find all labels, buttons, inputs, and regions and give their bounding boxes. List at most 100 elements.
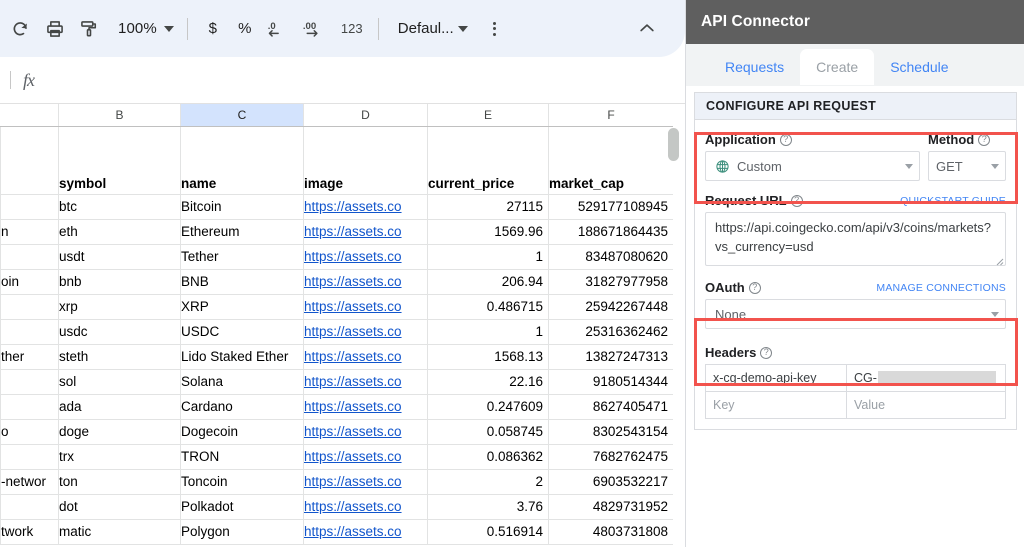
cell-symbol-2[interactable]: usdt bbox=[58, 243, 181, 270]
cell-image-link-0[interactable]: https://assets.co bbox=[303, 193, 428, 220]
cell-current-price-10[interactable]: 0.086362 bbox=[427, 443, 549, 470]
cell-current-price-6[interactable]: 1568.13 bbox=[427, 343, 549, 370]
header-value-placeholder[interactable]: Value bbox=[846, 391, 1006, 419]
cell-id-6[interactable]: ther bbox=[0, 343, 59, 370]
increase-decimal-icon[interactable]: .00 bbox=[297, 12, 335, 46]
cell-market-cap-13[interactable]: 4803731808 bbox=[548, 518, 674, 545]
help-icon-application[interactable]: ? bbox=[779, 133, 792, 146]
cell-name-0[interactable]: Bitcoin bbox=[180, 193, 304, 220]
cell-id-12[interactable] bbox=[0, 493, 59, 520]
cell-symbol-11[interactable]: ton bbox=[58, 468, 181, 495]
cell-current-price-2[interactable]: 1 bbox=[427, 243, 549, 270]
cell-symbol-7[interactable]: sol bbox=[58, 368, 181, 395]
cell-image-link-7[interactable]: https://assets.co bbox=[303, 368, 428, 395]
tab-create[interactable]: Create bbox=[800, 49, 875, 85]
number-format-button[interactable]: 123 bbox=[335, 21, 369, 36]
cell-id-2[interactable] bbox=[0, 243, 59, 270]
cell-market-cap-5[interactable]: 25316362462 bbox=[548, 318, 674, 345]
cell-image-header[interactable]: image bbox=[303, 125, 428, 195]
help-icon-oauth[interactable]: ? bbox=[748, 281, 761, 294]
collapse-menus-icon[interactable] bbox=[631, 12, 663, 44]
cell-name-4[interactable]: XRP bbox=[180, 293, 304, 320]
cell-image-link-3[interactable]: https://assets.co bbox=[303, 268, 428, 295]
column-header-B[interactable]: B bbox=[58, 104, 181, 127]
cell-id-4[interactable] bbox=[0, 293, 59, 320]
cell-symbol-8[interactable]: ada bbox=[58, 393, 181, 420]
percent-format-button[interactable]: % bbox=[229, 20, 261, 37]
decrease-decimal-icon[interactable]: .0 bbox=[261, 12, 297, 46]
application-select[interactable]: Custom bbox=[705, 151, 920, 181]
help-icon-request-url[interactable]: ? bbox=[790, 194, 803, 207]
cell-market-cap-12[interactable]: 4829731952 bbox=[548, 493, 674, 520]
cell-symbol-10[interactable]: trx bbox=[58, 443, 181, 470]
cell-name-5[interactable]: USDC bbox=[180, 318, 304, 345]
tab-requests[interactable]: Requests bbox=[709, 49, 800, 85]
cell-name-10[interactable]: TRON bbox=[180, 443, 304, 470]
cell-a-header[interactable] bbox=[0, 125, 59, 195]
cell-current-price-11[interactable]: 2 bbox=[427, 468, 549, 495]
manage-connections-link[interactable]: MANAGE CONNECTIONS bbox=[876, 282, 1006, 294]
cell-current-price-4[interactable]: 0.486715 bbox=[427, 293, 549, 320]
cell-id-3[interactable]: oin bbox=[0, 268, 59, 295]
oauth-select[interactable]: None bbox=[705, 299, 1006, 329]
cell-image-link-4[interactable]: https://assets.co bbox=[303, 293, 428, 320]
cell-name-1[interactable]: Ethereum bbox=[180, 218, 304, 245]
cell-image-link-5[interactable]: https://assets.co bbox=[303, 318, 428, 345]
help-icon-method[interactable]: ? bbox=[978, 133, 991, 146]
request-url-input[interactable]: https://api.coingecko.com/api/v3/coins/m… bbox=[705, 212, 1006, 266]
cell-symbol-4[interactable]: xrp bbox=[58, 293, 181, 320]
more-options-icon[interactable] bbox=[480, 14, 510, 44]
cell-symbol-13[interactable]: matic bbox=[58, 518, 181, 545]
cell-market-cap-10[interactable]: 7682762475 bbox=[548, 443, 674, 470]
cell-image-link-8[interactable]: https://assets.co bbox=[303, 393, 428, 420]
cell-market-cap-3[interactable]: 31827977958 bbox=[548, 268, 674, 295]
cell-image-link-6[interactable]: https://assets.co bbox=[303, 343, 428, 370]
cell-name-6[interactable]: Lido Staked Ether bbox=[180, 343, 304, 370]
column-header-F[interactable]: F bbox=[548, 104, 674, 127]
spreadsheet-grid[interactable]: B C D E F symbol name image current_pric… bbox=[0, 104, 685, 547]
header-key-placeholder[interactable]: Key bbox=[705, 391, 847, 419]
column-header-E[interactable]: E bbox=[427, 104, 549, 127]
cell-symbol-5[interactable]: usdc bbox=[58, 318, 181, 345]
cell-id-9[interactable]: o bbox=[0, 418, 59, 445]
cell-image-link-2[interactable]: https://assets.co bbox=[303, 243, 428, 270]
cell-name-9[interactable]: Dogecoin bbox=[180, 418, 304, 445]
print-icon[interactable] bbox=[38, 12, 72, 46]
zoom-selector[interactable]: 100% bbox=[110, 15, 178, 43]
cell-market-cap-0[interactable]: 529177108945 bbox=[548, 193, 674, 220]
cell-name-8[interactable]: Cardano bbox=[180, 393, 304, 420]
cell-name-11[interactable]: Toncoin bbox=[180, 468, 304, 495]
cell-id-10[interactable] bbox=[0, 443, 59, 470]
cell-symbol-12[interactable]: dot bbox=[58, 493, 181, 520]
cell-market-cap-6[interactable]: 13827247313 bbox=[548, 343, 674, 370]
method-select[interactable]: GET bbox=[928, 151, 1006, 181]
column-header-D[interactable]: D bbox=[303, 104, 428, 127]
cell-market-cap-4[interactable]: 25942267448 bbox=[548, 293, 674, 320]
cell-current-price-0[interactable]: 27115 bbox=[427, 193, 549, 220]
cell-market-cap-1[interactable]: 188671864435 bbox=[548, 218, 674, 245]
cell-current-price-12[interactable]: 3.76 bbox=[427, 493, 549, 520]
cell-id-8[interactable] bbox=[0, 393, 59, 420]
cell-symbol-3[interactable]: bnb bbox=[58, 268, 181, 295]
cell-image-link-10[interactable]: https://assets.co bbox=[303, 443, 428, 470]
cell-image-link-1[interactable]: https://assets.co bbox=[303, 218, 428, 245]
cell-current-price-7[interactable]: 22.16 bbox=[427, 368, 549, 395]
tab-schedule[interactable]: Schedule bbox=[874, 49, 964, 85]
cell-name-12[interactable]: Polkadot bbox=[180, 493, 304, 520]
sheet-vertical-scrollbar[interactable] bbox=[668, 110, 679, 547]
cell-symbol-header[interactable]: symbol bbox=[58, 125, 181, 195]
cell-market-cap-7[interactable]: 9180514344 bbox=[548, 368, 674, 395]
cell-image-link-12[interactable]: https://assets.co bbox=[303, 493, 428, 520]
header-value-input[interactable]: CG- bbox=[846, 364, 1006, 392]
cell-name-7[interactable]: Solana bbox=[180, 368, 304, 395]
cell-current-price-8[interactable]: 0.247609 bbox=[427, 393, 549, 420]
resize-grip-icon[interactable] bbox=[993, 253, 1004, 266]
font-selector[interactable]: Defaul... bbox=[390, 15, 470, 43]
column-header-C[interactable]: C bbox=[180, 104, 304, 127]
cell-name-3[interactable]: BNB bbox=[180, 268, 304, 295]
cell-symbol-6[interactable]: steth bbox=[58, 343, 181, 370]
cell-image-link-9[interactable]: https://assets.co bbox=[303, 418, 428, 445]
cell-market-cap-9[interactable]: 8302543154 bbox=[548, 418, 674, 445]
header-key-input[interactable]: x-cg-demo-api-key bbox=[705, 364, 847, 392]
sheet-scrollbar-thumb[interactable] bbox=[668, 128, 679, 161]
